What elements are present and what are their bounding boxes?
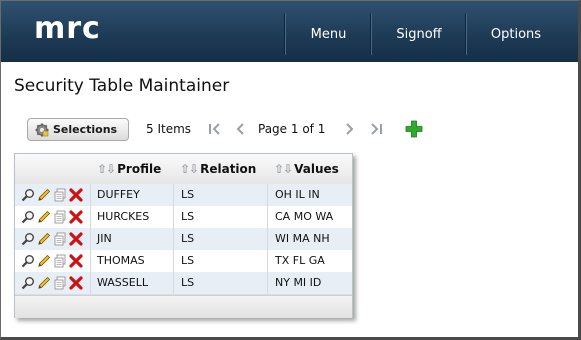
pencil-icon[interactable]: [37, 210, 51, 224]
column-divider: [173, 184, 174, 294]
security-table: ⇧⇩ Profile ⇧⇩ Relation ⇧⇩ Values DUFFEY …: [14, 153, 353, 318]
cell-values: NY MI ID: [275, 276, 322, 289]
column-header-relation[interactable]: ⇧⇩ Relation: [180, 154, 256, 184]
sort-arrows-icon: ⇧⇩: [180, 162, 199, 176]
table-row: JIN LS WI MA NH: [15, 228, 352, 251]
cell-relation: LS: [181, 210, 195, 223]
cell-profile: WASSELL: [97, 276, 148, 289]
table-header: ⇧⇩ Profile ⇧⇩ Relation ⇧⇩ Values: [15, 154, 352, 185]
magnifier-icon[interactable]: [21, 232, 35, 246]
first-page-icon[interactable]: [207, 121, 223, 137]
cell-profile: DUFFEY: [97, 188, 140, 201]
table-row: THOMAS LS TX FL GA: [15, 250, 352, 273]
app-logo: mrc: [34, 11, 101, 46]
sort-arrows-icon: ⇧⇩: [274, 162, 293, 176]
delete-icon[interactable]: [69, 276, 83, 290]
delete-icon[interactable]: [69, 232, 83, 246]
selections-button[interactable]: Selections: [27, 118, 129, 141]
nav-menu[interactable]: Menu: [285, 13, 371, 55]
pencil-icon[interactable]: [37, 276, 51, 290]
table-footer: [15, 295, 352, 318]
copy-icon[interactable]: [53, 276, 67, 290]
column-label: Values: [294, 162, 339, 176]
pencil-icon[interactable]: [37, 232, 51, 246]
cell-relation: LS: [181, 188, 195, 201]
last-page-icon[interactable]: [368, 121, 384, 137]
column-header-profile[interactable]: ⇧⇩ Profile: [97, 154, 161, 184]
row-actions: [21, 187, 83, 203]
items-count: 5 Items: [146, 122, 192, 136]
delete-icon[interactable]: [69, 210, 83, 224]
row-actions: [21, 209, 83, 225]
magnifier-icon[interactable]: [21, 210, 35, 224]
page-title: Security Table Maintainer: [14, 76, 230, 96]
delete-icon[interactable]: [69, 254, 83, 268]
sort-arrows-icon: ⇧⇩: [97, 162, 116, 176]
column-divider: [90, 184, 91, 294]
cell-values: TX FL GA: [275, 254, 325, 267]
column-header-values[interactable]: ⇧⇩ Values: [274, 154, 339, 184]
selections-label: Selections: [53, 123, 118, 136]
app-header: mrc Menu Signoff Options: [1, 1, 578, 62]
magnifier-icon[interactable]: [21, 276, 35, 290]
column-divider: [267, 184, 268, 294]
plus-icon[interactable]: [405, 120, 423, 138]
copy-icon[interactable]: [53, 188, 67, 202]
copy-icon[interactable]: [53, 210, 67, 224]
copy-icon[interactable]: [53, 254, 67, 268]
cell-relation: LS: [181, 232, 195, 245]
cell-profile: THOMAS: [97, 254, 145, 267]
pencil-icon[interactable]: [37, 254, 51, 268]
cell-relation: LS: [181, 254, 195, 267]
delete-icon[interactable]: [69, 188, 83, 202]
cell-relation: LS: [181, 276, 195, 289]
cell-values: WI MA NH: [275, 232, 330, 245]
chevron-left-icon[interactable]: [233, 121, 249, 137]
nav-options[interactable]: Options: [466, 13, 565, 55]
chevron-right-icon[interactable]: [341, 121, 357, 137]
row-actions: [21, 253, 83, 269]
gear-icon: [35, 123, 49, 137]
magnifier-icon[interactable]: [21, 188, 35, 202]
magnifier-icon[interactable]: [21, 254, 35, 268]
column-label: Profile: [117, 162, 162, 176]
cell-profile: JIN: [97, 232, 112, 245]
pencil-icon[interactable]: [37, 188, 51, 202]
column-label: Relation: [200, 162, 257, 176]
cell-values: OH IL IN: [275, 188, 320, 201]
page-indicator: Page 1 of 1: [258, 122, 326, 136]
table-row: WASSELL LS NY MI ID: [15, 272, 352, 295]
table-row: DUFFEY LS OH IL IN: [15, 184, 352, 207]
cell-profile: HURCKES: [97, 210, 150, 223]
row-actions: [21, 275, 83, 291]
copy-icon[interactable]: [53, 232, 67, 246]
table-row: HURCKES LS CA MO WA: [15, 206, 352, 229]
cell-values: CA MO WA: [275, 210, 334, 223]
nav-signoff[interactable]: Signoff: [371, 13, 466, 55]
row-actions: [21, 231, 83, 247]
